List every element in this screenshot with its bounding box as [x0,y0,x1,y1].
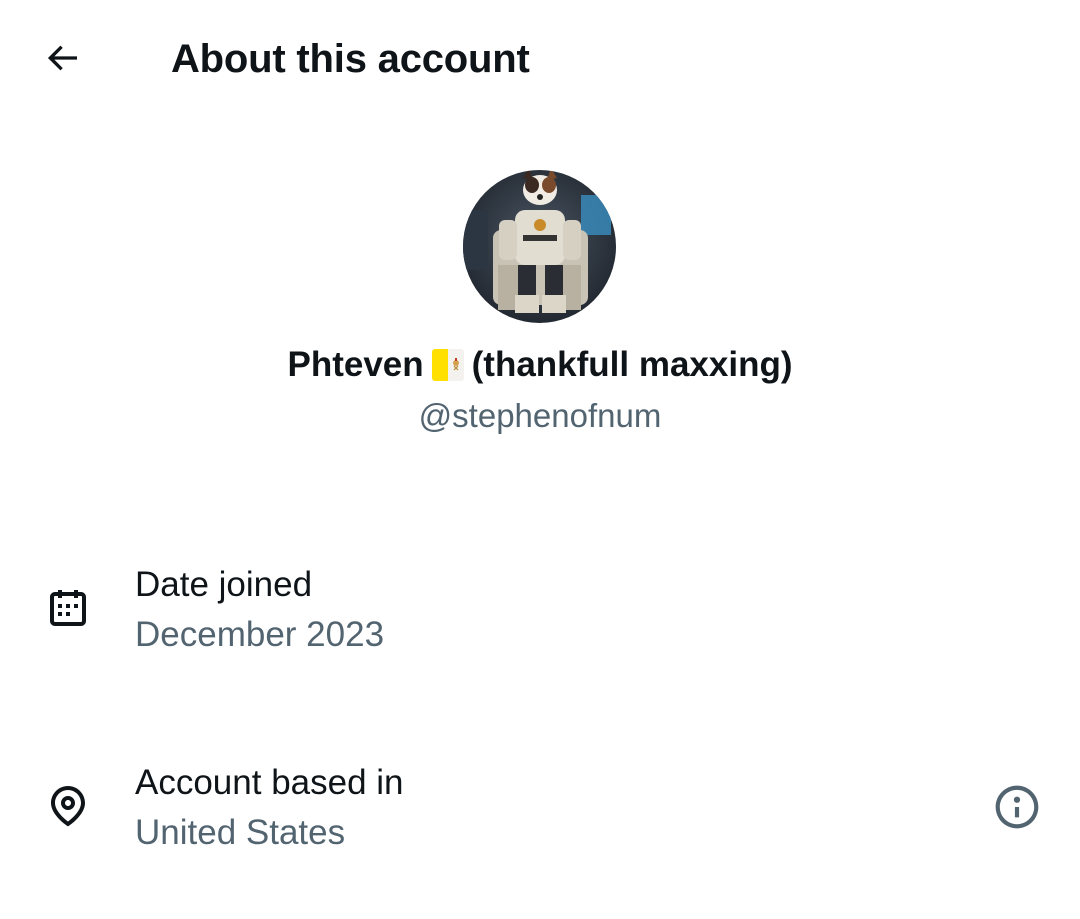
location-pin-icon [44,782,92,830]
page-title: About this account [171,37,530,81]
avatar[interactable] [463,170,616,323]
vatican-flag-icon [431,349,464,381]
date-joined-label: Date joined [135,565,313,604]
calendar-icon [44,584,92,632]
date-joined-value: December 2023 [135,615,385,654]
arrow-left-icon [42,38,82,83]
account-location-value: United States [135,813,346,852]
info-icon [992,782,1042,832]
display-name-main: Phteven [287,345,424,384]
display-name-suffix: (thankfull maxxing) [471,345,793,384]
info-button[interactable] [992,782,1042,832]
back-button[interactable] [36,34,88,86]
account-location-label: Account based in [135,763,404,802]
display-name: Phteven (thankfull maxxing) [0,342,1080,388]
user-handle: @stephenofnum [418,397,662,434]
header-bar: About this account [0,0,1080,120]
account-location-row: Account based in United States [0,760,1080,870]
date-joined-row: Date joined December 2023 [0,562,1080,672]
